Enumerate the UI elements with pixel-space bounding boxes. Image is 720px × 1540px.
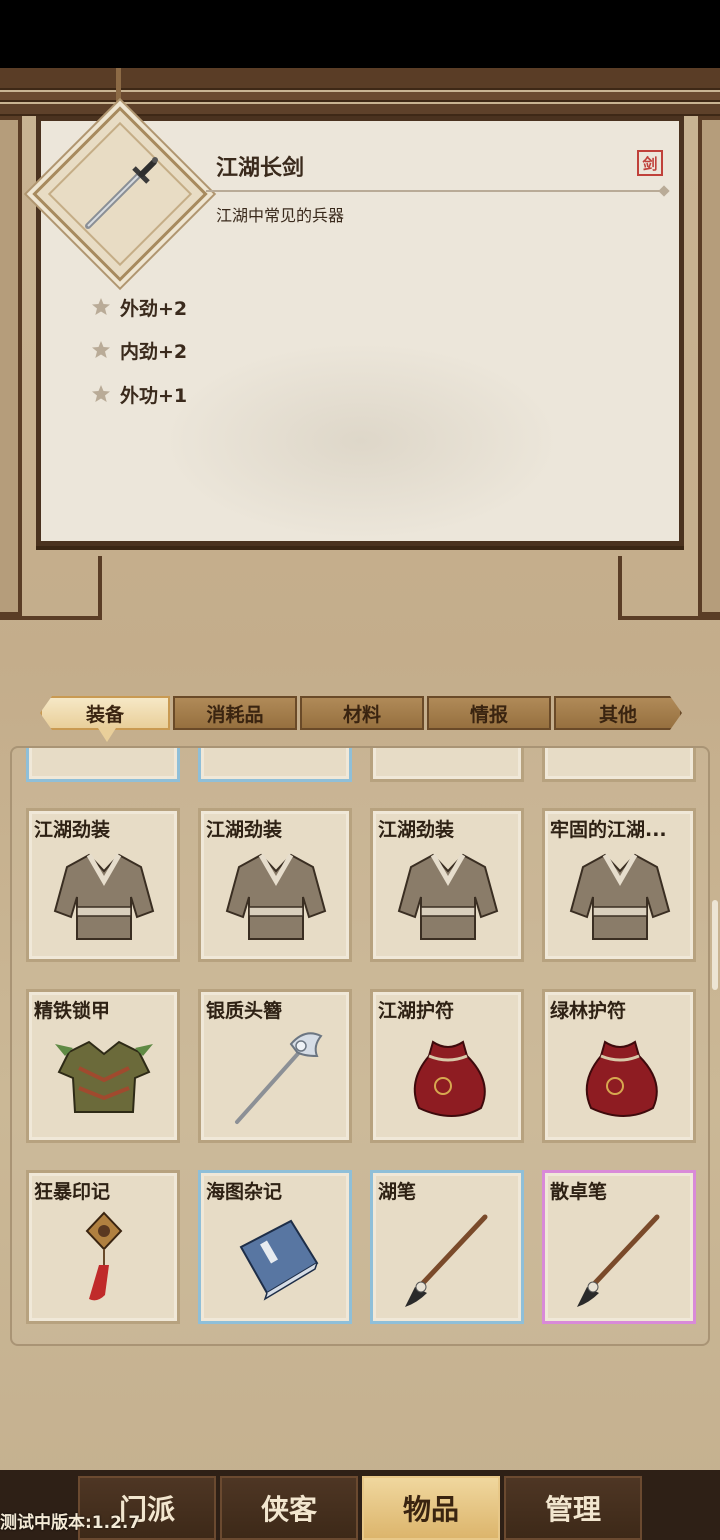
stat-line: 内劲+2 [90, 335, 187, 365]
item-label: 绿林护符 [550, 1000, 627, 1022]
item-description: 江湖中常见的兵器 [216, 206, 345, 225]
brush-icon [577, 1214, 660, 1307]
pendant-icon [85, 1211, 123, 1301]
inventory-slot[interactable]: 江湖劲装 [198, 808, 352, 962]
flower-icon [92, 385, 110, 402]
inventory-grid[interactable]: 江湖劲装 江湖劲装 江湖劲装 牢固的江湖... 精铁锁甲 银质头簪 江湖护符 绿… [10, 746, 710, 1346]
robe-icon [225, 853, 327, 940]
item-label: 散卓笔 [550, 1181, 608, 1203]
lattice-right [618, 556, 720, 620]
item-label: 精铁锁甲 [34, 1000, 111, 1022]
inventory-slot[interactable]: 银质头簪 [198, 989, 352, 1143]
pouch-icon [413, 1040, 486, 1117]
inventory-slot[interactable]: 狂暴印记 [26, 1170, 180, 1324]
robe-icon [397, 853, 499, 940]
lattice-left [0, 556, 102, 620]
inventory-slot[interactable]: 海图杂记 [198, 1170, 352, 1324]
inventory-slot[interactable] [198, 748, 352, 782]
item-label: 湖笔 [378, 1181, 417, 1203]
category-tabs: 装备 消耗品 材料 情报 其他 [40, 696, 685, 730]
stat-text: 内劲+2 [120, 340, 188, 363]
window-frame-right [698, 116, 720, 616]
inventory-slot[interactable]: 精铁锁甲 [26, 989, 180, 1143]
item-label: 江湖护符 [378, 1000, 455, 1022]
window-frame-left [0, 116, 22, 616]
item-type-seal: 剑 [637, 150, 663, 176]
item-label: 海图杂记 [206, 1181, 283, 1203]
nav-heroes[interactable]: 侠客 [220, 1476, 358, 1540]
item-label: 牢固的江湖... [550, 819, 667, 841]
roof-beam [0, 68, 720, 90]
inventory-slot[interactable]: 绿林护符 [542, 989, 696, 1143]
hairpin-icon [235, 1032, 323, 1124]
tab-equipment[interactable]: 装备 [40, 696, 170, 730]
book-icon [239, 1219, 319, 1301]
sword-icon [85, 157, 158, 229]
item-label: 狂暴印记 [34, 1181, 111, 1203]
tab-materials[interactable]: 材料 [300, 696, 424, 730]
item-label: 江湖劲装 [206, 819, 283, 841]
inventory-slot[interactable]: 江湖护符 [370, 989, 524, 1143]
item-label: 银质头簪 [206, 1000, 283, 1022]
tab-intel[interactable]: 情报 [427, 696, 551, 730]
stat-line: 外劲+2 [90, 292, 187, 322]
nav-items[interactable]: 物品 [362, 1476, 500, 1540]
brush-icon [405, 1214, 488, 1307]
status-bar [0, 0, 720, 68]
stat-line: 外功+1 [90, 379, 187, 409]
inventory-slot[interactable]: 牢固的江湖... [542, 808, 696, 962]
pouch-icon [585, 1040, 658, 1117]
tab-consumables[interactable]: 消耗品 [173, 696, 297, 730]
stat-text: 外功+1 [120, 384, 188, 407]
inventory-slot[interactable]: 湖笔 [370, 1170, 524, 1324]
armor-icon [55, 1040, 153, 1113]
title-divider [206, 190, 664, 192]
version-label: 测试中版本:1.2.7 [0, 1513, 141, 1533]
flower-icon [92, 298, 110, 315]
robe-icon [53, 853, 155, 940]
inventory-slot[interactable] [26, 748, 180, 782]
stat-text: 外劲+2 [120, 297, 188, 320]
inventory-slot[interactable] [542, 748, 696, 782]
flower-icon [92, 341, 110, 358]
inventory-slot[interactable]: 江湖劲装 [370, 808, 524, 962]
tab-other[interactable]: 其他 [554, 696, 682, 730]
item-label: 江湖劲装 [378, 819, 455, 841]
item-label: 江湖劲装 [34, 819, 111, 841]
roof-beam [0, 104, 720, 116]
nav-manage[interactable]: 管理 [504, 1476, 642, 1540]
item-name: 江湖长剑 [216, 156, 305, 181]
roof-beam [0, 92, 720, 102]
inventory-slot[interactable]: 散卓笔 [542, 1170, 696, 1324]
scrollbar[interactable] [712, 900, 718, 990]
robe-icon [569, 853, 671, 940]
inventory-slot[interactable] [370, 748, 524, 782]
inventory-slot[interactable]: 江湖劲装 [26, 808, 180, 962]
